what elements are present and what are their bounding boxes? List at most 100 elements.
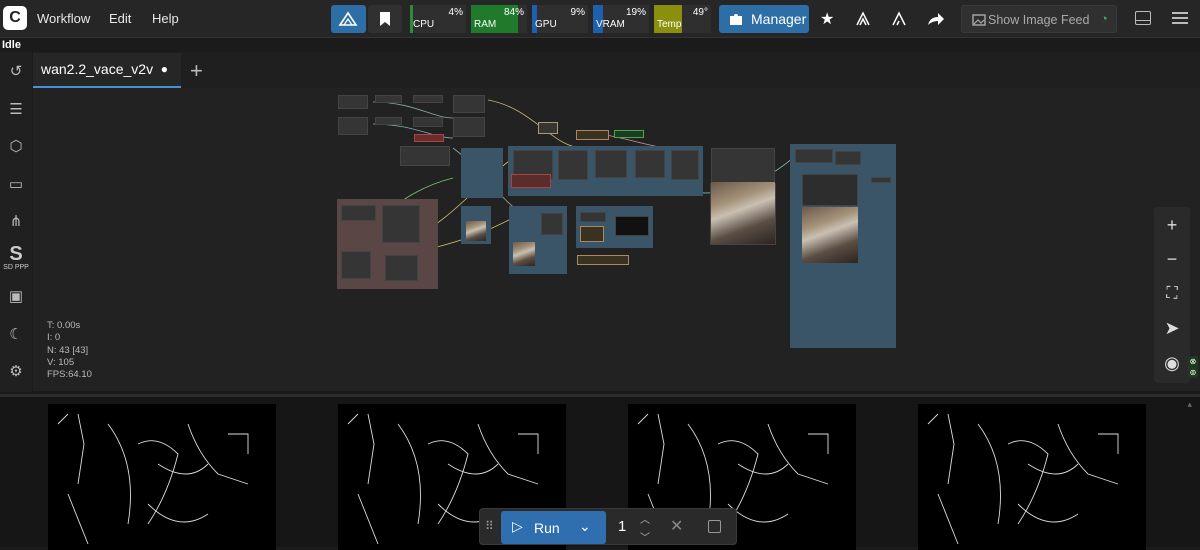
play-icon: ▷	[512, 518, 523, 534]
node[interactable]	[580, 212, 606, 222]
visibility-eye-icon[interactable]: ◉	[1154, 346, 1190, 380]
share-button[interactable]	[918, 5, 952, 33]
menu-help[interactable]: Help	[152, 11, 179, 26]
preview-image	[513, 242, 535, 266]
gpu-meter: GPU 9%	[532, 5, 588, 33]
gallery-icon[interactable]: ▣	[6, 287, 26, 307]
feed-scroll-indicator-icon[interactable]: ▴	[1187, 399, 1192, 410]
feed-image[interactable]	[48, 404, 276, 550]
run-bar: ⠿ ▷ Run ⌄ 1 ︿ ﹀ ✕	[479, 508, 737, 545]
node[interactable]	[595, 150, 627, 178]
pointer-mode-icon[interactable]: ➤	[1154, 311, 1190, 345]
feed-image[interactable]	[918, 404, 1146, 550]
node[interactable]	[615, 216, 649, 236]
node[interactable]	[385, 255, 418, 281]
node[interactable]	[558, 150, 588, 180]
stat-i: I: 0	[47, 332, 61, 344]
star-icon: ★	[820, 11, 835, 28]
node[interactable]	[375, 95, 402, 103]
node[interactable]	[511, 174, 551, 188]
chevron-down-icon[interactable]: ⌄	[579, 518, 591, 535]
tab-strip	[33, 52, 1200, 88]
node-library-icon[interactable]: ⬡	[6, 137, 26, 157]
output-preview-image	[802, 207, 858, 263]
node[interactable]	[538, 122, 558, 134]
node[interactable]	[711, 148, 775, 183]
menu-edit[interactable]: Edit	[109, 11, 131, 26]
preview-image	[466, 221, 486, 241]
node[interactable]	[338, 117, 368, 135]
workflow-templates-button[interactable]	[331, 5, 366, 33]
stat-time: T: 0.00s	[47, 320, 81, 331]
cpu-value: 4%	[448, 7, 463, 18]
comfy-logo[interactable]: C	[3, 6, 27, 30]
drag-handle-icon[interactable]: ⠿	[485, 519, 494, 533]
cancel-icon[interactable]: ✕	[670, 516, 683, 536]
node[interactable]	[453, 95, 485, 113]
unsaved-dot-icon[interactable]: ●	[161, 62, 168, 76]
folder-icon[interactable]: ▭	[6, 175, 26, 195]
bookmark-button[interactable]	[368, 5, 402, 33]
model-manager-button[interactable]	[882, 5, 916, 33]
panel-toggle-icon[interactable]	[1135, 11, 1151, 25]
sd-ppp-logo-icon: S	[9, 243, 23, 265]
node[interactable]	[382, 205, 420, 243]
batch-count-input[interactable]: 1	[618, 518, 626, 535]
vram-meter: VRAM 19%	[593, 5, 649, 33]
node[interactable]	[577, 255, 629, 265]
node[interactable]	[341, 251, 371, 279]
node[interactable]	[338, 95, 368, 109]
manager-button[interactable]: Manager	[719, 5, 809, 33]
node[interactable]	[802, 174, 858, 206]
node[interactable]	[400, 146, 450, 166]
node[interactable]	[576, 130, 609, 140]
signal-icon	[856, 11, 870, 26]
node[interactable]	[871, 177, 891, 183]
favorites-button[interactable]: ★	[810, 5, 844, 33]
stop-icon[interactable]	[708, 520, 721, 533]
decrement-icon[interactable]: ﹀	[640, 529, 650, 544]
node[interactable]	[375, 117, 402, 125]
node[interactable]	[541, 213, 563, 235]
node[interactable]	[835, 151, 861, 165]
node[interactable]	[413, 95, 443, 103]
canny-edge-image	[927, 413, 1119, 545]
share-arrow-icon	[928, 13, 944, 25]
show-image-feed-button[interactable]: Show Image Feed ◔	[961, 5, 1117, 33]
node[interactable]	[614, 130, 644, 138]
minimap-toggle-icon[interactable]: ⊗ ⊚	[1188, 356, 1198, 378]
output-preview-image	[711, 182, 775, 244]
model-download-button[interactable]	[846, 5, 880, 33]
stat-nodes: N: 43 [43]	[47, 344, 89, 356]
stat-v: V: 105	[47, 356, 75, 368]
ram-label: RAM	[474, 19, 497, 30]
vram-value: 19%	[625, 7, 646, 18]
workflow-tree-icon[interactable]: ⋔	[6, 212, 26, 232]
theme-moon-icon[interactable]: ☾	[6, 325, 26, 345]
zoom-out-icon[interactable]: −	[1154, 242, 1190, 276]
history-icon[interactable]: ↺	[6, 62, 26, 82]
menu-workflow[interactable]: Workflow	[37, 11, 90, 26]
settings-gear-icon[interactable]: ⚙	[6, 362, 26, 382]
node[interactable]	[414, 134, 444, 142]
graph-canvas[interactable]: T: 0.00s I: 0 N: 43 [43] V: 105 FPS:64.1…	[33, 88, 1200, 391]
fit-view-icon[interactable]: ⛶	[1154, 277, 1190, 311]
tab-workflow[interactable]: wan2.2_vace_v2v ●	[33, 53, 181, 88]
node-group[interactable]	[461, 148, 503, 198]
run-button[interactable]: ▷ Run ⌄	[501, 511, 606, 544]
add-tab-icon[interactable]: +	[190, 58, 203, 84]
image-feed-label: Show Image Feed	[988, 13, 1090, 27]
increment-icon[interactable]: ︿	[640, 511, 650, 526]
node[interactable]	[453, 117, 485, 137]
node[interactable]	[671, 150, 699, 180]
node[interactable]	[580, 226, 604, 242]
queue-icon[interactable]: ☰	[6, 100, 26, 120]
hamburger-menu-icon[interactable]	[1172, 11, 1188, 25]
node[interactable]	[413, 117, 443, 127]
sd-ppp-button[interactable]: S SD PPP	[2, 244, 30, 276]
node[interactable]	[341, 205, 376, 221]
zoom-in-icon[interactable]: +	[1154, 208, 1190, 242]
node[interactable]	[635, 150, 665, 178]
node[interactable]	[795, 149, 833, 163]
canny-edge-image	[57, 413, 249, 545]
